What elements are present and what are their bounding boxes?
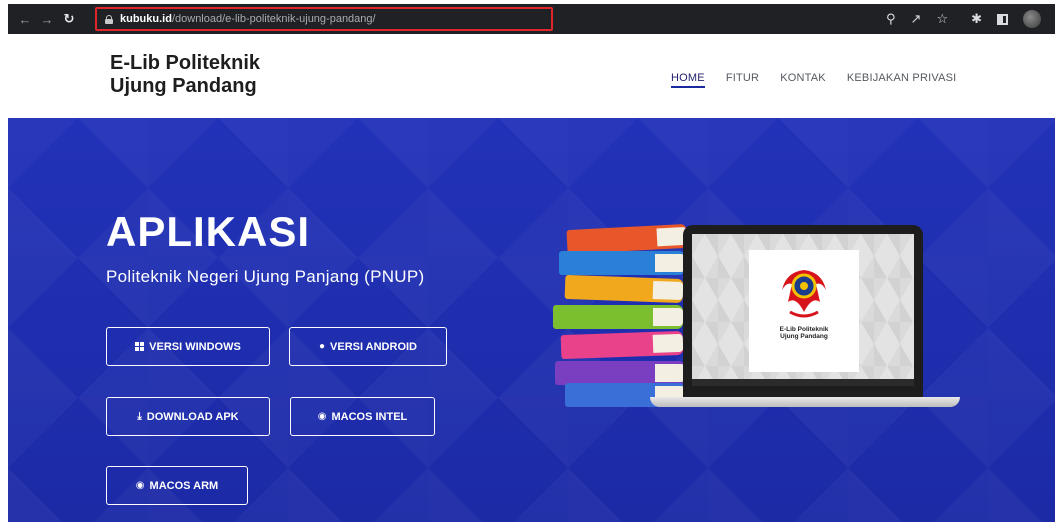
side-panel-icon[interactable] (997, 13, 1008, 25)
logo-line-2: Ujung Pandang (110, 75, 257, 97)
macos-intel-button[interactable]: ◉ MACOS INTEL (290, 397, 435, 436)
url-path: /download/e-lib-politeknik-ujung-pandang… (171, 13, 376, 25)
book-yellow (564, 274, 684, 304)
hero-title: APLIKASI (106, 208, 311, 255)
download-apk-button[interactable]: ⤓ DOWNLOAD APK (106, 397, 270, 436)
download-icon: ⤓ (137, 411, 142, 422)
apple-icon: ◉ (135, 480, 145, 491)
share-icon[interactable]: ↗ (911, 11, 922, 27)
reload-icon[interactable]: ↻ (58, 11, 80, 27)
apple-icon: ◉ (317, 411, 327, 422)
site-header: E-Lib Politeknik Ujung Pandang HOME FITU… (8, 34, 1055, 118)
main-menu: HOME FITUR KONTAK KEBIJAKAN PRIVASI (671, 72, 957, 88)
versi-windows-button[interactable]: VERSI WINDOWS (106, 327, 270, 366)
menu-item-fitur[interactable]: FITUR (726, 72, 759, 84)
button-label: VERSI WINDOWS (149, 340, 241, 353)
versi-android-button[interactable]: ● VERSI ANDROID (289, 327, 447, 366)
book-blue (559, 251, 685, 275)
button-label: MACOS ARM (149, 479, 219, 492)
url-host: kubuku.id (120, 13, 172, 25)
app-card-text: E-Lib Politeknik Ujung Pandang (780, 326, 829, 340)
hero-illustration: E-Lib Politeknik Ujung Pandang (545, 223, 965, 425)
app-card-line-2: Ujung Pandang (780, 333, 828, 340)
extensions-icon[interactable]: ✱ (971, 11, 982, 27)
logo-line-1: E-Lib Politeknik (110, 52, 261, 74)
hero-subtitle: Politeknik Negeri Ujung Panjang (PNUP) (106, 267, 425, 286)
browser-toolbar: ← → ↻ kubuku.id/download/e-lib-politekni… (8, 4, 1055, 34)
taskbar (692, 379, 914, 386)
menu-item-home[interactable]: HOME (671, 72, 705, 88)
app-card-line-1: E-Lib Politeknik (779, 326, 829, 333)
bookmark-star-icon[interactable]: ☆ (936, 11, 948, 27)
button-label: DOWNLOAD APK (146, 410, 239, 423)
button-label: MACOS INTEL (331, 410, 408, 423)
zoom-icon[interactable]: ⚲ (886, 11, 896, 27)
profile-avatar[interactable] (1023, 10, 1041, 28)
button-label: VERSI ANDROID (330, 340, 418, 353)
book-purple (555, 361, 685, 385)
menu-item-kebijakan-privasi[interactable]: KEBIJAKAN PRIVASI (847, 72, 957, 84)
app-card: E-Lib Politeknik Ujung Pandang (749, 250, 859, 372)
book-pink (560, 330, 684, 360)
windows-icon (135, 342, 145, 351)
address-bar[interactable]: kubuku.id/download/e-lib-politeknik-ujun… (95, 7, 553, 31)
emblem-icon (782, 270, 826, 318)
back-icon[interactable]: ← (14, 12, 36, 27)
laptop-screen: E-Lib Politeknik Ujung Pandang (692, 234, 914, 386)
android-icon: ● (318, 341, 326, 352)
menu-item-kontak[interactable]: KONTAK (780, 72, 826, 84)
forward-icon[interactable]: → (36, 12, 58, 27)
macos-arm-button[interactable]: ◉ MACOS ARM (106, 466, 248, 505)
laptop: E-Lib Politeknik Ujung Pandang (683, 225, 923, 397)
laptop-base (650, 397, 960, 407)
book-green (553, 305, 683, 329)
book-orange (566, 223, 688, 255)
lock-icon[interactable] (105, 14, 113, 24)
site-logo[interactable]: E-Lib Politeknik Ujung Pandang (110, 52, 260, 98)
